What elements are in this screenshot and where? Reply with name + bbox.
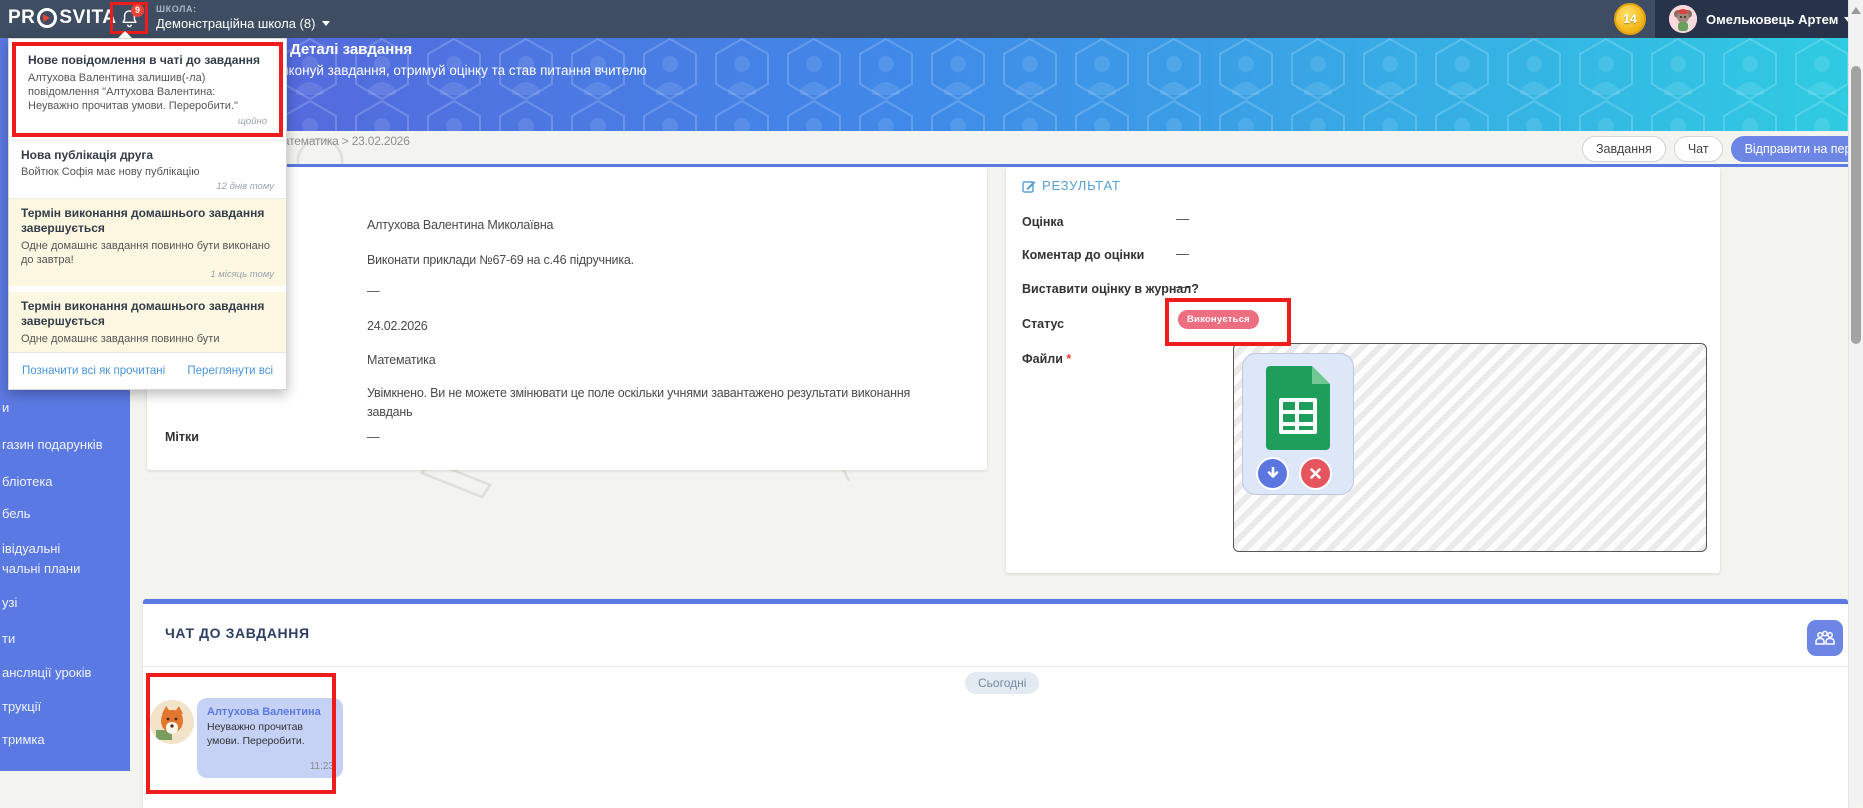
sidebar-item-lesson-streams[interactable]: ансляції уроків bbox=[2, 665, 91, 680]
topbar: PR SVITA 9 ШКОЛА: Демонстраційна школа (8… bbox=[0, 0, 1848, 38]
page-scrollbar[interactable] bbox=[1848, 0, 1863, 803]
edit-icon bbox=[1022, 179, 1036, 193]
result-card: РЕЗУЛЬТАТ Оцінка — Коментар до оцінки — … bbox=[1006, 167, 1720, 573]
group-icon bbox=[1815, 630, 1835, 646]
dropdown-notch bbox=[118, 31, 132, 38]
chat-participants-button[interactable] bbox=[1807, 620, 1843, 656]
notifications-footer: Позначити всі як прочитані Переглянути в… bbox=[9, 352, 286, 389]
task-tab-button[interactable]: Завдання bbox=[1582, 136, 1666, 162]
sidebar-item[interactable]: и bbox=[2, 400, 9, 415]
teacher-name-value: Алтухова Валентина Миколаївна bbox=[367, 218, 553, 232]
sidebar-item-instructions[interactable]: трукції bbox=[2, 699, 41, 714]
sidebar-item-support[interactable]: тримка bbox=[2, 732, 45, 747]
notification-body: Войтюк Софія має нову публікацію bbox=[21, 165, 274, 179]
chat-tab-button[interactable]: Чат bbox=[1674, 136, 1723, 162]
page-banner: Деталі завдання Виконуй завдання, отриму… bbox=[130, 38, 1848, 131]
chevron-down-icon bbox=[322, 21, 330, 26]
page-title: Деталі завдання bbox=[290, 41, 412, 58]
notifications-count-badge: 9 bbox=[131, 4, 144, 17]
user-menu[interactable]: Омельковець Артем bbox=[1655, 0, 1848, 38]
prosvita-logo[interactable]: PR SVITA bbox=[8, 7, 116, 29]
close-icon bbox=[1310, 468, 1321, 479]
journal-grade-label: Виставити оцінку в журнал? bbox=[1022, 282, 1199, 296]
logo-text-post: SVITA bbox=[59, 7, 116, 29]
tags-value-dash: — bbox=[367, 430, 379, 444]
task-action-buttons: Завдання Чат Відправити на перевірку bbox=[1582, 136, 1863, 162]
notification-time: щойно bbox=[28, 116, 267, 127]
grade-label: Оцінка bbox=[1022, 215, 1064, 229]
user-name: Омельковець Артем bbox=[1706, 12, 1838, 27]
uploaded-file-tile[interactable] bbox=[1242, 353, 1354, 495]
notification-time: 1 місяць тому bbox=[21, 269, 274, 280]
grade-comment-value: — bbox=[1176, 246, 1189, 261]
notification-title: Термін виконання домашнього завдання зав… bbox=[21, 206, 274, 235]
sheets-file-icon bbox=[1266, 366, 1330, 450]
coins-badge[interactable]: 14 bbox=[1614, 3, 1646, 35]
mark-all-read-link[interactable]: Позначити всі як прочитані bbox=[22, 365, 165, 377]
notifications-bell-button[interactable]: 9 bbox=[110, 2, 148, 34]
task-chat-card: ЧАТ ДО ЗАВДАННЯ Сьогодні Алтухова Валент… bbox=[143, 599, 1848, 808]
required-asterisk: * bbox=[1066, 352, 1071, 366]
page-subtitle: Виконуй завдання, отримуй оцінку та став… bbox=[272, 63, 647, 78]
download-file-button[interactable] bbox=[1256, 457, 1289, 490]
notification-title: Нове повідомлення в чаті до завдання bbox=[28, 53, 267, 68]
status-label: Статус bbox=[1022, 317, 1064, 331]
result-card-title: РЕЗУЛЬТАТ bbox=[1042, 178, 1121, 193]
scrollbar-thumb[interactable] bbox=[1851, 66, 1861, 344]
chat-header-divider bbox=[143, 666, 1848, 667]
notification-body: Одне домашнє завдання повинно бути викон… bbox=[21, 239, 274, 268]
submit-for-review-button[interactable]: Відправити на перевірку bbox=[1731, 136, 1863, 162]
tags-label: Мітки bbox=[165, 430, 199, 444]
empty-value-dash: — bbox=[367, 284, 379, 298]
notification-title: Нова публікація друга bbox=[21, 148, 274, 163]
notification-body: Одне домашнє завдання повинно бути bbox=[21, 332, 274, 346]
notifications-dropdown: Нове повідомлення в чаті до завдання Алт… bbox=[8, 38, 287, 390]
due-date-value: 24.02.2026 bbox=[367, 319, 428, 333]
grade-comment-label: Коментар до оцінки bbox=[1022, 248, 1144, 262]
delete-file-button[interactable] bbox=[1299, 457, 1332, 490]
subject-value: Математика bbox=[367, 353, 435, 367]
journal-grade-value: — bbox=[1176, 279, 1189, 294]
chat-section-title: ЧАТ ДО ЗАВДАННЯ bbox=[165, 625, 310, 641]
notification-item[interactable]: Нове повідомлення в чаті до завдання Алт… bbox=[12, 42, 283, 137]
sidebar-item-individual-plans-line2[interactable]: чальні плани bbox=[2, 561, 80, 576]
view-all-link[interactable]: Переглянути всі bbox=[187, 365, 273, 377]
files-dropzone[interactable] bbox=[1233, 343, 1707, 552]
highlight-box-status bbox=[1165, 298, 1291, 346]
koala-avatar-icon bbox=[1669, 5, 1697, 33]
files-label-text: Файли bbox=[1022, 352, 1063, 366]
school-label: ШКОЛА: bbox=[156, 4, 330, 14]
sidebar-item-library[interactable]: бліотека bbox=[2, 474, 53, 489]
notification-title: Термін виконання домашнього завдання зав… bbox=[21, 299, 274, 328]
files-label: Файли * bbox=[1022, 352, 1071, 366]
sidebar-item-tabel[interactable]: бель bbox=[2, 506, 30, 521]
download-icon bbox=[1267, 467, 1279, 481]
highlight-box-chat-message bbox=[146, 673, 336, 794]
result-card-header: РЕЗУЛЬТАТ bbox=[1022, 178, 1121, 193]
breadcrumb[interactable]: Математика > 23.02.2026 bbox=[273, 134, 410, 148]
notification-item[interactable]: Термін виконання домашнього завдання зав… bbox=[9, 292, 286, 352]
play-icon bbox=[37, 8, 57, 28]
notification-item[interactable]: Термін виконання домашнього завдання зав… bbox=[9, 198, 286, 286]
user-avatar bbox=[1669, 5, 1697, 33]
school-name: Демонстраційна школа (8) bbox=[156, 16, 315, 31]
scroll-up-icon[interactable] bbox=[1851, 7, 1861, 14]
notification-body: Алтухова Валентина залишив(-ла) повідомл… bbox=[28, 71, 267, 114]
sidebar-item-friends[interactable]: узі bbox=[2, 595, 17, 610]
sidebar-item-gift-shop[interactable]: газин подарунків bbox=[2, 437, 103, 452]
chat-date-divider: Сьогодні bbox=[965, 672, 1039, 694]
school-selector[interactable]: ШКОЛА: Демонстраційна школа (8) bbox=[156, 4, 330, 31]
logo-text-pre: PR bbox=[8, 7, 35, 29]
notification-time: 12 днів тому bbox=[21, 181, 274, 192]
sidebar-item-chats[interactable]: ти bbox=[2, 631, 15, 646]
locked-field-note: Увімкнено. Ви не можете змінювати це пол… bbox=[367, 384, 932, 423]
task-text-value: Виконати приклади №67-69 на с.46 підручн… bbox=[367, 253, 634, 267]
sidebar-item-individual-plans-line1[interactable]: івідуальні bbox=[2, 541, 60, 556]
notification-item[interactable]: Нова публікація друга Войтюк Софія має н… bbox=[9, 140, 286, 199]
grade-value: — bbox=[1176, 211, 1189, 226]
